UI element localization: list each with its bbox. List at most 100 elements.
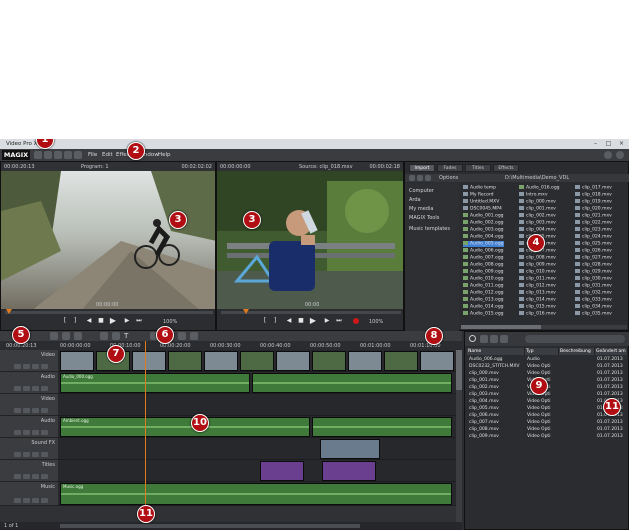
solo-icon[interactable] (23, 452, 30, 457)
pen-icon[interactable] (100, 332, 108, 340)
lock-icon[interactable] (32, 474, 39, 479)
source-mark-out-icon[interactable]: ] (271, 317, 279, 325)
media-file[interactable]: Intro.mxv (519, 192, 548, 198)
track-header[interactable]: Video (0, 350, 58, 372)
media-file[interactable]: Audio_002.ogg (463, 220, 504, 226)
cut-icon[interactable] (62, 332, 70, 340)
media-file[interactable]: Audio_008.ogg (463, 262, 504, 268)
media-file[interactable]: Audio_006.ogg (463, 248, 504, 254)
menu-help[interactable]: Help (158, 152, 171, 158)
tab-effects[interactable]: Effects (493, 164, 519, 172)
solo-icon[interactable] (23, 386, 30, 391)
media-file[interactable]: clip_030.mxv (575, 276, 612, 282)
folder-up-icon[interactable] (417, 175, 423, 181)
folder-icon[interactable] (480, 335, 488, 343)
mute-icon[interactable] (14, 452, 21, 457)
path-display[interactable]: D:\Multimedia\Demo_VDL (505, 175, 569, 181)
solo-icon[interactable] (23, 498, 30, 503)
record-icon[interactable] (353, 318, 359, 324)
program-playhead-marker[interactable] (6, 309, 12, 314)
column-description[interactable]: Beschreibung (559, 348, 595, 355)
row-name[interactable]: clip_007.mxv (469, 420, 499, 425)
media-file[interactable]: clip_011.mxv (519, 276, 556, 282)
video-clip[interactable] (320, 439, 380, 459)
audio-clip[interactable] (312, 417, 452, 437)
media-file[interactable]: clip_019.mxv (575, 199, 612, 205)
undo-icon[interactable] (54, 151, 62, 159)
search-icon[interactable] (469, 335, 476, 342)
media-file[interactable]: My Record (463, 192, 494, 198)
title-clip[interactable] (260, 461, 304, 481)
mute-icon[interactable] (14, 386, 21, 391)
media-file[interactable]: clip_026.mxv (575, 248, 612, 254)
nav-magix-tools[interactable]: MAGIX Tools (409, 215, 439, 221)
menu-file[interactable]: File (88, 152, 97, 158)
media-file[interactable]: Audio_003.ogg (463, 227, 504, 233)
media-file[interactable]: clip_025.mxv (575, 241, 612, 247)
media-file[interactable]: Audio_012.ogg (463, 290, 504, 296)
source-video-frame[interactable] (217, 171, 403, 311)
options-menu[interactable]: Options (439, 175, 458, 181)
track-header[interactable]: Sound FX (0, 438, 58, 460)
close-icon[interactable]: × (616, 140, 627, 148)
details-view-icon[interactable] (500, 335, 508, 343)
media-file[interactable]: clip_020.mxv (575, 206, 612, 212)
media-file[interactable]: clip_013.mxv (519, 290, 556, 296)
audio-clip[interactable]: Ambient.ogg (60, 417, 310, 437)
mouse-mode-icon[interactable] (50, 332, 58, 340)
row-name[interactable]: Audio_006.ogg (469, 357, 503, 362)
program-name[interactable]: Program: 1 (81, 164, 109, 170)
timeline-vscroll-thumb[interactable] (456, 350, 462, 390)
media-file[interactable]: Audio_015.ogg (463, 311, 504, 317)
media-file[interactable]: Audio_013.ogg (463, 297, 504, 303)
track-header[interactable]: Audio (0, 416, 58, 438)
mute-icon[interactable] (14, 498, 21, 503)
solo-icon[interactable] (23, 430, 30, 435)
media-file[interactable]: clip_035.mxv (575, 311, 612, 317)
gear-icon[interactable] (616, 151, 624, 159)
view-icon[interactable] (425, 175, 431, 181)
media-file[interactable]: clip_008.mxv (519, 255, 556, 261)
video-clip[interactable] (384, 351, 418, 371)
tab-import[interactable]: Import (409, 164, 435, 172)
new-project-icon[interactable] (34, 151, 42, 159)
nav-music-templates[interactable]: Music templates (409, 226, 450, 232)
timeline-ruler[interactable]: 00:00:20:13 00:00:00:00 00:00:10:00 00:00:… (0, 341, 462, 350)
fx-icon[interactable] (41, 498, 48, 503)
media-file[interactable]: clip_002.mxv (519, 213, 556, 219)
program-video-frame[interactable] (1, 171, 215, 311)
link-icon[interactable] (112, 332, 120, 340)
row-name[interactable]: DSC0232_STITCH.MXV (469, 364, 520, 369)
list-view-icon[interactable] (490, 335, 498, 343)
mark-in-icon[interactable]: [ (61, 317, 69, 325)
media-file[interactable]: Audio_001.ogg (463, 213, 504, 219)
column-type[interactable]: Typ (525, 348, 559, 355)
title-clip[interactable] (322, 461, 376, 481)
row-name[interactable]: clip_008.mxv (469, 427, 499, 432)
media-file[interactable]: clip_021.mxv (575, 213, 612, 219)
media-file[interactable]: clip_012.mxv (519, 283, 556, 289)
media-file[interactable]: clip_031.mxv (575, 283, 612, 289)
media-file[interactable]: clip_023.mxv (575, 227, 612, 233)
media-scrollbar[interactable] (461, 325, 627, 329)
media-file[interactable]: Audio temp (463, 185, 496, 191)
source-mark-in-icon[interactable]: [ (261, 317, 269, 325)
track-lane[interactable] (58, 460, 456, 482)
help-icon[interactable] (604, 151, 612, 159)
media-file[interactable]: clip_001.mxv (519, 206, 556, 212)
nav-arda[interactable]: Arda (409, 197, 421, 203)
text-icon[interactable]: T (124, 332, 132, 340)
playhead-line[interactable] (145, 341, 146, 522)
source-zoom[interactable]: 100% (369, 319, 383, 325)
lock-icon[interactable] (32, 408, 39, 413)
solo-icon[interactable] (23, 408, 30, 413)
mute-icon[interactable] (14, 474, 21, 479)
split-icon[interactable] (74, 332, 82, 340)
menu-edit[interactable]: Edit (102, 152, 113, 158)
media-file[interactable]: clip_027.mxv (575, 255, 612, 261)
media-file[interactable]: clip_034.mxv (575, 304, 612, 310)
track-header[interactable]: Video (0, 394, 58, 416)
program-scrubber[interactable] (5, 311, 213, 314)
media-file[interactable]: Audio_004.ogg (463, 234, 504, 240)
video-clip[interactable] (240, 351, 274, 371)
